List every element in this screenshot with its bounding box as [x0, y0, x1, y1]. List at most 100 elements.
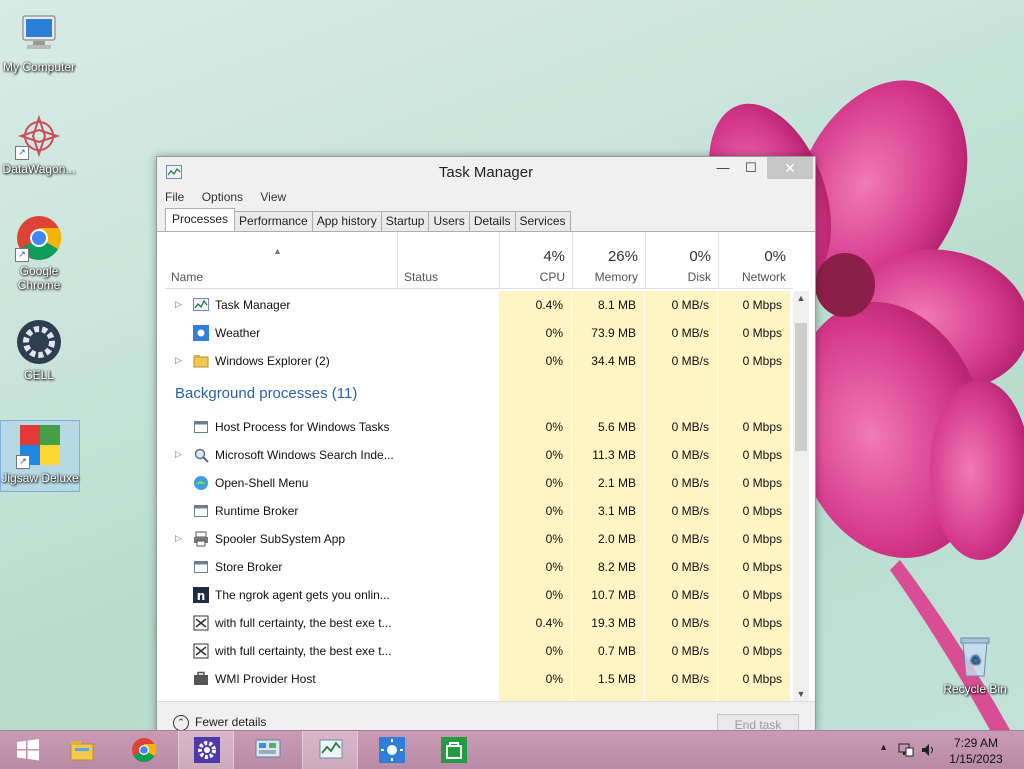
memory-total: 26% [607, 248, 638, 265]
scrollbar-thumb[interactable] [795, 323, 807, 451]
table-row[interactable]: ▷ Spooler SubSystem App 0% 2.0 MB 0 MB/s 0 Mb… [165, 525, 793, 553]
tab-users[interactable]: Users [428, 211, 470, 231]
process-disk: 0 MB/s [671, 560, 709, 574]
taskbar-weather[interactable] [364, 731, 418, 769]
weather-icon [379, 737, 405, 763]
column-memory[interactable]: 26% Memory [572, 232, 646, 288]
process-name: Host Process for Windows Tasks [215, 420, 390, 434]
show-hidden-icons-icon[interactable]: ▲ [879, 742, 888, 752]
settings-gear-icon [194, 737, 220, 763]
expand-chevron-icon[interactable]: ▷ [175, 449, 182, 460]
taskbar-file-explorer[interactable] [54, 731, 108, 769]
column-memory-label: Memory [594, 270, 638, 284]
table-row[interactable]: Weather 0% 73.9 MB 0 MB/s 0 Mbps [165, 319, 793, 347]
table-row[interactable]: Host Process for Windows Tasks 0% 5.6 MB 0 … [165, 413, 793, 441]
vertical-scrollbar[interactable]: ▲ ▼ [793, 291, 809, 701]
desktop-icon-datawagon[interactable]: ↗ DataWagon... [0, 112, 78, 176]
table-row[interactable]: n The ngrok agent gets you onlin... 0% 10.7… [165, 581, 793, 609]
column-status[interactable]: Status [397, 232, 500, 288]
close-button[interactable]: ✕ [767, 157, 813, 179]
process-name: Spooler SubSystem App [215, 532, 346, 546]
table-row[interactable]: Runtime Broker 0% 3.1 MB 0 MB/s 0 Mbps [165, 497, 793, 525]
title-bar[interactable]: Task Manager — ☐ ✕ [157, 157, 815, 187]
maximize-button[interactable]: ☐ [737, 157, 765, 179]
tab-app-history[interactable]: App history [311, 211, 382, 231]
task-manager-icon [319, 739, 343, 759]
taskbar-chrome[interactable] [116, 731, 170, 769]
scroll-down-icon[interactable]: ▼ [796, 689, 806, 699]
menu-bar: File Options View [157, 187, 815, 207]
column-cpu[interactable]: 4% CPU [499, 232, 573, 288]
process-network: 0 Mbps [742, 476, 782, 490]
table-row[interactable]: ▷ Microsoft Windows Search Inde... 0% 11.3 … [165, 441, 793, 469]
scroll-up-icon[interactable]: ▲ [796, 293, 806, 303]
tab-processes[interactable]: Processes [165, 208, 236, 231]
table-row[interactable]: Store Broker 0% 8.2 MB 0 MB/s 0 Mbps [165, 553, 793, 581]
table-row[interactable]: ▷ Windows Explorer (2) 0% 34.4 MB 0 MB/s 0 Mb… [165, 347, 793, 375]
start-button[interactable] [0, 731, 54, 769]
desktop-icon-google-chrome[interactable]: ↗ Google Chrome [0, 214, 78, 292]
wmi-icon [193, 671, 209, 687]
process-name: Task Manager [215, 298, 291, 312]
tab-startup[interactable]: Startup [380, 211, 430, 231]
task-manager-icon [193, 297, 209, 313]
column-name[interactable]: ▲ Name [165, 232, 397, 288]
process-cpu: 0% [545, 448, 563, 462]
menu-view[interactable]: View [260, 187, 286, 207]
taskbar-task-manager[interactable] [302, 731, 358, 769]
fewer-details-button[interactable]: ⌃ Fewer details [173, 715, 266, 731]
process-cpu: 0% [545, 644, 563, 658]
process-cpu: 0% [545, 532, 563, 546]
taskbar-store[interactable] [426, 731, 480, 769]
table-row[interactable]: ▷ Task Manager 0.4% 8.1 MB 0 MB/s 0 Mbps [165, 291, 793, 319]
process-network: 0 Mbps [742, 504, 782, 518]
background-processes-heading[interactable]: Background processes (11) [175, 385, 357, 402]
start-icon [17, 739, 39, 761]
process-cpu: 0% [545, 588, 563, 602]
process-disk: 0 MB/s [671, 420, 709, 434]
process-network: 0 Mbps [742, 560, 782, 574]
menu-options[interactable]: Options [202, 187, 243, 207]
process-cpu: 0% [545, 504, 563, 518]
desktop-icon-jigsaw-deluxe[interactable]: ↗ Jigsaw Deluxe [0, 420, 80, 492]
clock[interactable]: 7:29 AM 1/15/2023 [946, 735, 1006, 767]
table-row[interactable]: Open-Shell Menu 0% 2.1 MB 0 MB/s 0 Mbps [165, 469, 793, 497]
tab-performance[interactable]: Performance [234, 211, 313, 231]
taskbar-control-panel[interactable] [240, 731, 294, 769]
desktop-icon-label: My Computer [2, 60, 76, 74]
menu-file[interactable]: File [165, 187, 184, 207]
volume-icon[interactable] [920, 742, 936, 758]
minimize-button[interactable]: — [709, 157, 737, 179]
column-disk[interactable]: 0% Disk [645, 232, 719, 288]
process-disk: 0 MB/s [671, 504, 709, 518]
desktop-icon-cell[interactable]: CELL [0, 318, 78, 382]
desktop-icon-label: Recycle Bin [943, 682, 1007, 696]
expand-chevron-icon[interactable]: ▷ [175, 355, 182, 366]
process-network: 0 Mbps [742, 354, 782, 368]
expand-chevron-icon[interactable]: ▷ [175, 299, 182, 310]
process-name: Microsoft Windows Search Inde... [215, 448, 394, 462]
process-name: Store Broker [215, 560, 283, 574]
process-network: 0 Mbps [742, 644, 782, 658]
process-list: ▷ Task Manager 0.4% 8.1 MB 0 MB/s 0 Mbps Weath… [165, 291, 793, 701]
column-network[interactable]: 0% Network [718, 232, 794, 288]
table-row[interactable]: with full certainty, the best exe t... 0.… [165, 609, 793, 637]
expand-chevron-icon[interactable]: ▷ [175, 533, 182, 544]
network-icon[interactable] [898, 742, 914, 758]
column-status-label: Status [404, 270, 439, 284]
table-row[interactable]: WMI Provider Host 0% 1.5 MB 0 MB/s 0 Mbps [165, 665, 793, 693]
process-name: Weather [215, 326, 261, 340]
tab-services[interactable]: Services [514, 211, 571, 231]
process-cpu: 0% [545, 672, 563, 686]
taskbar-settings[interactable] [178, 731, 234, 769]
tab-details[interactable]: Details [468, 211, 516, 231]
desktop-icon-recycle-bin[interactable]: ♻ Recycle Bin [936, 632, 1014, 696]
desktop-icon-my-computer[interactable]: My Computer [0, 10, 78, 74]
process-memory: 0.7 MB [597, 644, 636, 658]
search-index-icon [193, 447, 209, 463]
process-disk: 0 MB/s [671, 644, 709, 658]
cpu-total: 4% [543, 248, 565, 265]
table-row[interactable]: with full certainty, the best exe t... 0%… [165, 637, 793, 665]
process-cpu: 0% [545, 476, 563, 490]
chrome-icon [132, 738, 157, 763]
